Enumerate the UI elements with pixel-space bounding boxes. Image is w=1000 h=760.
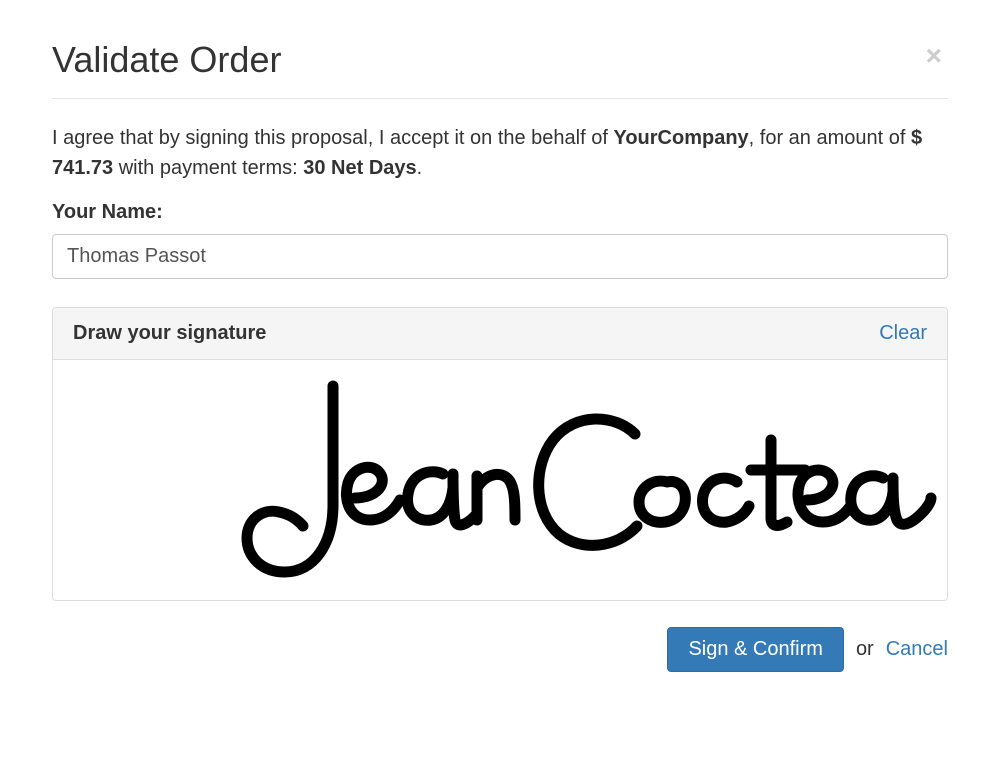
signature-header: Draw your signature Clear [53,308,947,360]
or-text: or [856,638,874,661]
signature-drawing [63,370,937,590]
modal-footer: Sign & Confirm or Cancel [52,627,948,672]
name-input[interactable] [52,234,948,279]
agreement-terms: 30 Net Days [303,157,416,179]
name-label: Your Name: [52,201,948,224]
sign-confirm-button[interactable]: Sign & Confirm [667,627,844,672]
agreement-mid1: , for an amount of [749,127,911,149]
cancel-button[interactable]: Cancel [886,638,948,661]
clear-button[interactable]: Clear [879,322,927,345]
modal-header: Validate Order × [52,40,948,99]
agreement-text: I agree that by signing this proposal, I… [52,123,948,183]
agreement-company: YourCompany [613,127,748,149]
signature-header-title: Draw your signature [73,322,266,345]
agreement-suffix: . [417,157,423,179]
signature-canvas[interactable] [53,360,947,600]
agreement-prefix: I agree that by signing this proposal, I… [52,127,613,149]
signature-panel: Draw your signature Clear [52,307,948,601]
agreement-mid2: with payment terms: [113,157,303,179]
close-icon[interactable]: × [920,40,948,72]
modal-title: Validate Order [52,40,281,80]
